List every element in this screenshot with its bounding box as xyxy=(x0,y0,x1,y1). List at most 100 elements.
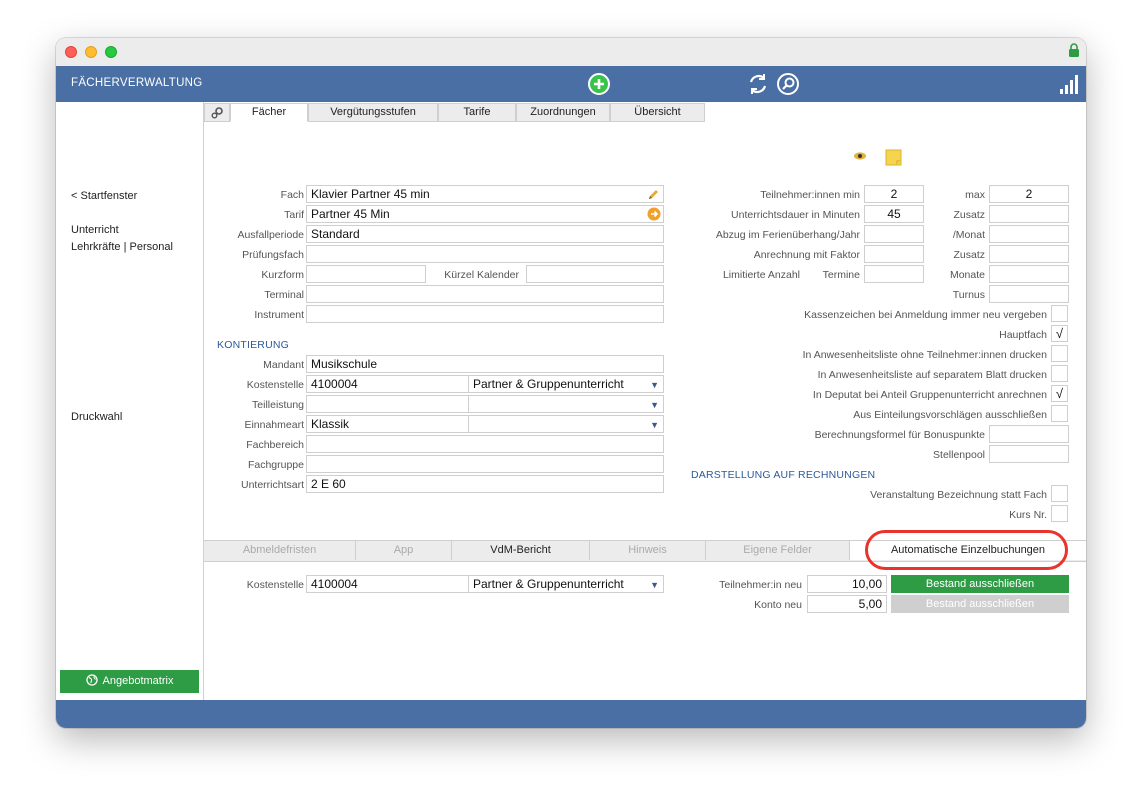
tab-app[interactable]: App xyxy=(356,541,452,560)
bonuspunkte-field[interactable] xyxy=(989,425,1069,443)
monate-label: Monate xyxy=(949,269,985,281)
lock-icon xyxy=(1069,43,1079,57)
zusatz-2-field[interactable] xyxy=(989,245,1069,263)
bestand-ausschliessen-button[interactable]: Bestand ausschließen xyxy=(891,575,1069,593)
unterrichtsart-label: Unterrichtsart xyxy=(240,479,304,491)
monat-label: /Monat xyxy=(952,229,985,241)
search-icon[interactable] xyxy=(775,71,801,97)
bottom-kostenstelle-field[interactable]: 4100004 xyxy=(306,575,469,593)
kuerzel-kalender-field[interactable] xyxy=(526,265,664,283)
tab-hinweis[interactable]: Hinweis xyxy=(590,541,706,560)
instrument-field[interactable] xyxy=(306,305,664,323)
termine-field[interactable] xyxy=(864,265,924,283)
minimize-window-button[interactable] xyxy=(85,46,97,58)
tab-vdm-bericht[interactable]: VdM-Bericht xyxy=(452,541,590,560)
kostenstelle-field[interactable]: 4100004 xyxy=(306,375,469,393)
fach-field[interactable]: Klavier Partner 45 min xyxy=(306,185,664,203)
bottom-kostenstelle-label: Kostenstelle xyxy=(246,579,304,591)
einnahmeart-select[interactable]: ▼ xyxy=(468,415,664,433)
abzug-label: Abzug im Ferienüberhang/Jahr xyxy=(715,229,860,241)
kassenzeichen-checkbox[interactable] xyxy=(1051,305,1068,322)
kassenzeichen-label: Kassenzeichen bei Anmeldung immer neu ve… xyxy=(804,309,1047,321)
teilleistung-select[interactable]: ▼ xyxy=(468,395,664,413)
kurs-nr-checkbox[interactable] xyxy=(1051,505,1068,522)
sidebar-item-druckwahl[interactable]: Druckwahl xyxy=(71,411,122,423)
sidebar-item-unterricht[interactable]: Unterricht xyxy=(71,224,119,236)
anwesenheit-ohne-label: In Anwesenheitsliste ohne Teilnehmer:inn… xyxy=(802,349,1047,361)
eye-icon[interactable] xyxy=(853,151,867,161)
unterrichtsart-field[interactable]: 2 E 60 xyxy=(306,475,664,493)
kostenstelle-select[interactable]: Partner & Gruppenunterricht ▼ xyxy=(468,375,664,393)
tab-eigene-felder[interactable]: Eigene Felder xyxy=(706,541,850,560)
back-to-startfenster-link[interactable]: < Startfenster xyxy=(71,190,137,202)
add-icon[interactable] xyxy=(586,71,612,97)
fachgruppe-field[interactable] xyxy=(306,455,664,473)
chevron-down-icon: ▼ xyxy=(650,400,659,410)
turnus-field[interactable] xyxy=(989,285,1069,303)
stellenpool-label: Stellenpool xyxy=(933,449,985,461)
anwesenheit-separat-label: In Anwesenheitsliste auf separatem Blatt… xyxy=(817,369,1047,381)
tab-zuordnungen[interactable]: Zuordnungen xyxy=(516,103,610,122)
abzug-field[interactable] xyxy=(864,225,924,243)
tarif-label: Tarif xyxy=(284,209,304,221)
zusatz-label: Zusatz xyxy=(953,209,985,221)
tab-uebersicht[interactable]: Übersicht xyxy=(610,103,705,122)
mandant-field[interactable]: Musikschule xyxy=(306,355,664,373)
kurzform-field[interactable] xyxy=(306,265,426,283)
teilleistung-field[interactable] xyxy=(306,395,469,413)
hauptfach-checkbox[interactable]: √ xyxy=(1051,325,1068,342)
pencil-icon[interactable] xyxy=(647,188,660,201)
fachgruppe-label: Fachgruppe xyxy=(247,459,304,471)
app-window: FÄCHERVERWALTUNG < Startfenster Unterric… xyxy=(56,38,1086,728)
unterrichtsdauer-field[interactable]: 45 xyxy=(864,205,924,223)
anwesenheit-ohne-checkbox[interactable] xyxy=(1051,345,1068,362)
anrechnung-field[interactable] xyxy=(864,245,924,263)
terminal-field[interactable] xyxy=(306,285,664,303)
einteilung-checkbox[interactable] xyxy=(1051,405,1068,422)
monat-field[interactable] xyxy=(989,225,1069,243)
deputat-checkbox[interactable]: √ xyxy=(1051,385,1068,402)
tab-faecher[interactable]: Fächer xyxy=(230,103,308,122)
mandant-label: Mandant xyxy=(263,359,304,371)
einnahmeart-field[interactable]: Klassik xyxy=(306,415,469,433)
sidebar-item-lehrkraefte[interactable]: Lehrkräfte | Personal xyxy=(71,241,173,253)
zusatz-2-label: Zusatz xyxy=(953,249,985,261)
kostenstelle-select-value: Partner & Gruppenunterricht xyxy=(473,377,624,391)
tab-settings[interactable] xyxy=(204,103,230,122)
zoom-window-button[interactable] xyxy=(105,46,117,58)
ausfallperiode-label: Ausfallperiode xyxy=(237,229,304,241)
tab-tarife[interactable]: Tarife xyxy=(438,103,516,122)
konto-neu-field[interactable]: 5,00 xyxy=(807,595,887,613)
teilnehmer-min-field[interactable]: 2 xyxy=(864,185,924,203)
refresh-icon[interactable] xyxy=(745,71,771,97)
darstellung-section-title: DARSTELLUNG AUF RECHNUNGEN xyxy=(691,469,876,481)
signal-bars-icon[interactable] xyxy=(1056,71,1082,97)
tab-abmeldefristen[interactable]: Abmeldefristen xyxy=(204,541,356,560)
bottom-kostenstelle-select[interactable]: Partner & Gruppenunterricht ▼ xyxy=(468,575,664,593)
teilnehmer-min-label: Teilnehmer:innen min xyxy=(760,189,860,201)
app-footer xyxy=(56,700,1086,728)
sidebar: < Startfenster Unterricht Lehrkräfte | P… xyxy=(56,102,204,700)
app-header: FÄCHERVERWALTUNG xyxy=(56,66,1086,102)
tab-verguetungsstufen[interactable]: Vergütungsstufen xyxy=(308,103,438,122)
max-label: max xyxy=(965,189,985,201)
tarif-field[interactable]: Partner 45 Min xyxy=(306,205,664,223)
teilnehmer-neu-label: Teilnehmer:in neu xyxy=(719,579,802,591)
max-field[interactable]: 2 xyxy=(989,185,1069,203)
bestand-ausschliessen-disabled-button[interactable]: Bestand ausschließen xyxy=(891,595,1069,613)
fachbereich-field[interactable] xyxy=(306,435,664,453)
pruefungsfach-field[interactable] xyxy=(306,245,664,263)
veranstaltung-checkbox[interactable] xyxy=(1051,485,1068,502)
bonuspunkte-label: Berechnungsformel für Bonuspunkte xyxy=(814,429,985,441)
close-window-button[interactable] xyxy=(65,46,77,58)
stellenpool-field[interactable] xyxy=(989,445,1069,463)
ausfallperiode-field[interactable]: Standard xyxy=(306,225,664,243)
zusatz-field[interactable] xyxy=(989,205,1069,223)
anwesenheit-separat-checkbox[interactable] xyxy=(1051,365,1068,382)
angebotmatrix-button[interactable]: Angebotmatrix xyxy=(60,670,199,693)
note-icon[interactable] xyxy=(885,149,903,166)
teilnehmer-neu-field[interactable]: 10,00 xyxy=(807,575,887,593)
monate-field[interactable] xyxy=(989,265,1069,283)
fach-label: Fach xyxy=(280,189,304,201)
arrow-right-circle-icon[interactable] xyxy=(647,207,661,221)
